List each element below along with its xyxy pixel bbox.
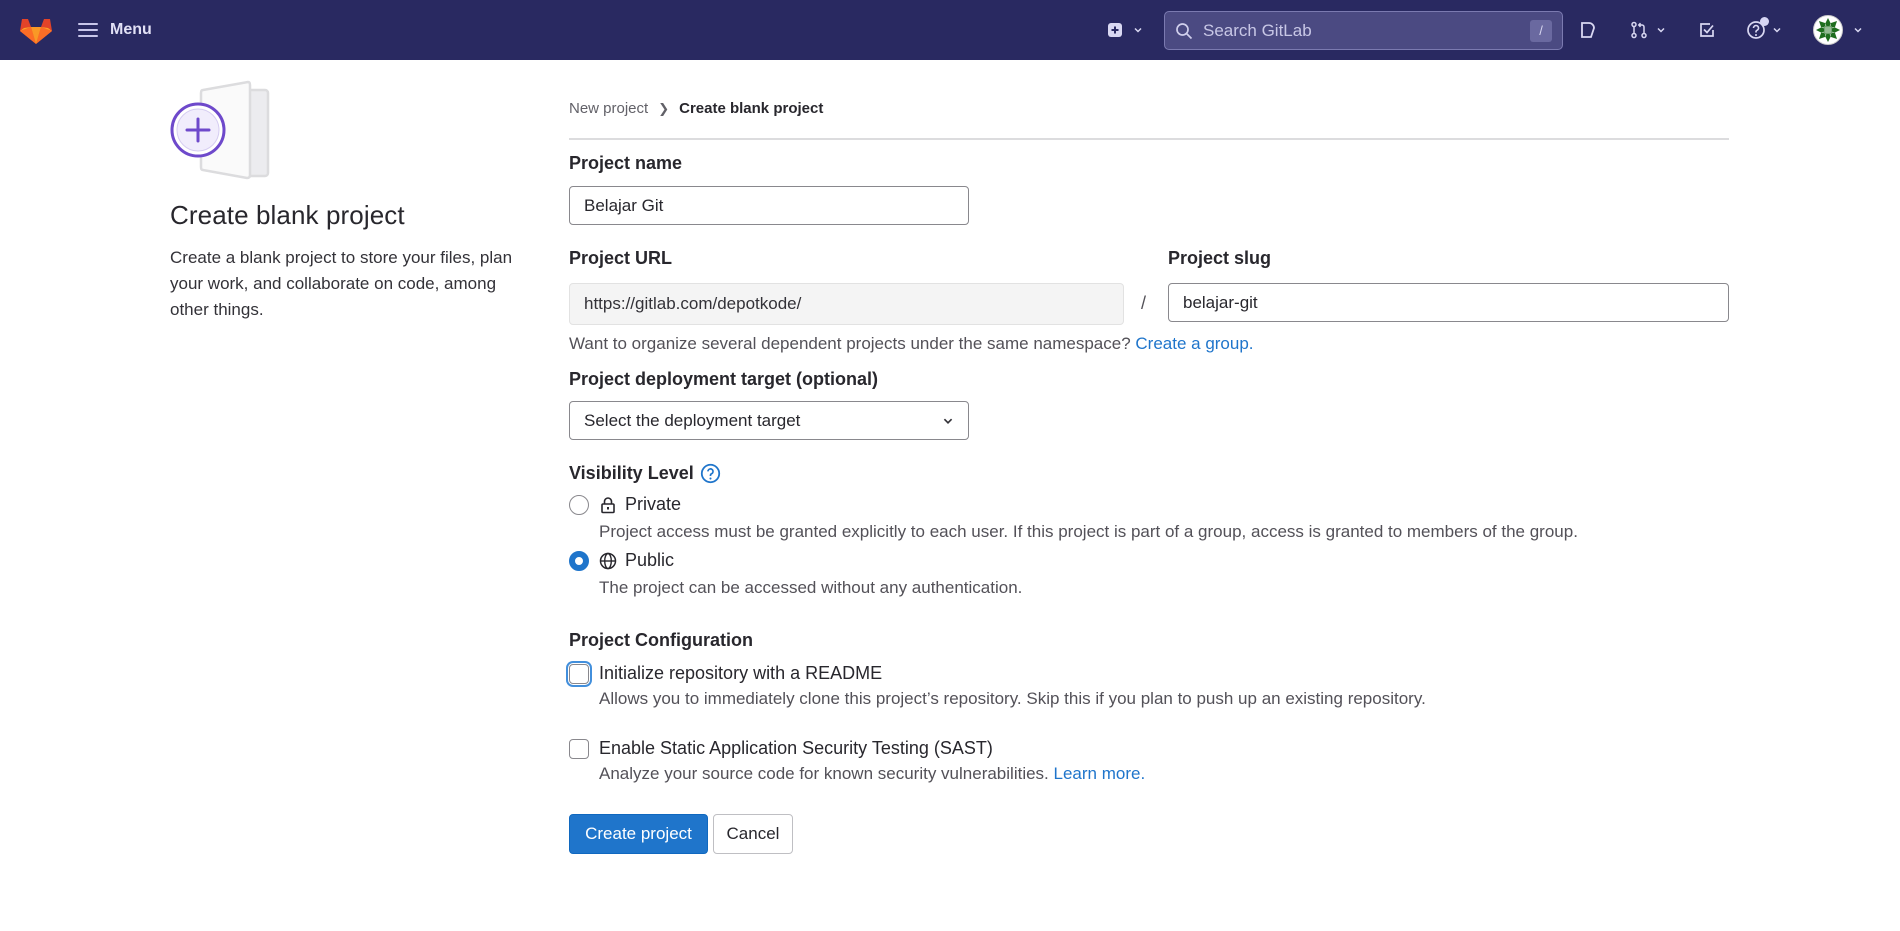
- project-slug-value: belajar-git: [1183, 292, 1258, 312]
- visibility-label: Visibility Level: [569, 463, 694, 483]
- project-slug-label: Project slug: [1168, 248, 1272, 268]
- sast-description: Analyze your source code for known secur…: [599, 764, 1049, 783]
- sidebar-description: Create a blank project to store your fil…: [170, 248, 513, 319]
- top-navigation-bar: Menu /: [0, 0, 1900, 60]
- project-name-value: Belajar Git: [584, 195, 664, 215]
- private-label: Private: [625, 494, 682, 514]
- globe-icon: [599, 552, 617, 569]
- deployment-target-selected: Select the deployment target: [584, 410, 801, 430]
- visibility-option-public[interactable]: Public: [569, 550, 674, 571]
- breadcrumb: New project ❯ Create blank project: [569, 100, 823, 117]
- readme-label: Initialize repository with a README: [599, 663, 883, 683]
- menu-label: Menu: [110, 21, 152, 38]
- todos-button[interactable]: [1695, 18, 1719, 42]
- chevron-down-icon: [943, 418, 953, 424]
- merge-requests-icon: [1631, 21, 1647, 39]
- create-new-icon: [1108, 23, 1122, 37]
- public-radio[interactable]: [569, 550, 589, 571]
- blank-project-illustration: [170, 80, 270, 180]
- visibility-heading: Visibility Level: [569, 463, 721, 484]
- merge-requests-button[interactable]: [1626, 18, 1670, 42]
- public-label: Public: [625, 550, 675, 570]
- deployment-target-label: Project deployment target (optional): [569, 369, 879, 389]
- create-group-link[interactable]: Create a group.: [1135, 334, 1253, 353]
- user-menu-button[interactable]: [1810, 14, 1866, 46]
- project-configuration-label: Project Configuration: [569, 630, 753, 650]
- search-input[interactable]: [1201, 19, 1530, 42]
- create-project-button[interactable]: Create project: [569, 814, 708, 854]
- chevron-right-icon: ❯: [658, 100, 670, 116]
- project-name-input[interactable]: Belajar Git: [569, 186, 969, 225]
- help-icon: [1746, 17, 1769, 40]
- deployment-target-select[interactable]: Select the deployment target: [569, 401, 969, 440]
- public-description: The project can be accessed without any …: [599, 578, 1023, 597]
- sast-checkbox[interactable]: [569, 738, 589, 759]
- search-shortcut-hint: /: [1530, 19, 1552, 42]
- project-name-label: Project name: [569, 153, 683, 173]
- chevron-down-icon: [1854, 27, 1862, 33]
- help-circle-icon[interactable]: [700, 463, 721, 484]
- sast-label: Enable Static Application Security Testi…: [599, 738, 993, 758]
- sast-description-block: Analyze your source code for known secur…: [599, 764, 1145, 784]
- private-radio[interactable]: [569, 494, 589, 515]
- readme-option[interactable]: Initialize repository with a README: [569, 663, 882, 684]
- readme-checkbox[interactable]: [569, 663, 589, 684]
- create-new-button[interactable]: [1100, 18, 1150, 42]
- visibility-option-private[interactable]: Private: [569, 494, 681, 515]
- help-button[interactable]: [1741, 17, 1787, 42]
- chevron-down-icon: [1134, 27, 1142, 33]
- hamburger-icon: [78, 23, 98, 37]
- notification-dot: [1760, 17, 1769, 26]
- breadcrumb-current: Create blank project: [679, 100, 824, 117]
- menu-button[interactable]: Menu: [78, 14, 152, 46]
- user-avatar: [1813, 15, 1843, 45]
- project-url-field: https://gitlab.com/depotkode/: [569, 283, 1124, 325]
- issues-button[interactable]: [1576, 18, 1600, 42]
- namespace-help-text: Want to organize several dependent proje…: [569, 334, 1254, 354]
- cancel-button[interactable]: Cancel: [713, 814, 793, 854]
- project-url-value: https://gitlab.com/depotkode/: [584, 294, 802, 313]
- issues-icon: [1581, 22, 1595, 38]
- learn-more-link[interactable]: Learn more.: [1054, 764, 1146, 783]
- search-box[interactable]: /: [1164, 11, 1563, 50]
- private-description: Project access must be granted explicitl…: [599, 522, 1578, 541]
- project-url-label: Project URL: [569, 248, 673, 268]
- chevron-down-icon: [1657, 27, 1665, 33]
- lock-icon: [601, 496, 615, 513]
- url-separator: /: [1141, 293, 1147, 313]
- todos-icon: [1700, 23, 1714, 37]
- breadcrumb-new-project[interactable]: New project: [569, 100, 648, 117]
- readme-description: Allows you to immediately clone this pro…: [599, 689, 1426, 708]
- sidebar-title: Create blank project: [170, 200, 405, 230]
- project-slug-input[interactable]: belajar-git: [1168, 283, 1729, 322]
- search-icon: [1176, 22, 1193, 39]
- namespace-help-message: Want to organize several dependent proje…: [569, 334, 1131, 353]
- divider: [569, 138, 1729, 140]
- gitlab-logo[interactable]: [19, 13, 53, 47]
- chevron-down-icon: [1773, 27, 1781, 33]
- sast-option[interactable]: Enable Static Application Security Testi…: [569, 738, 993, 759]
